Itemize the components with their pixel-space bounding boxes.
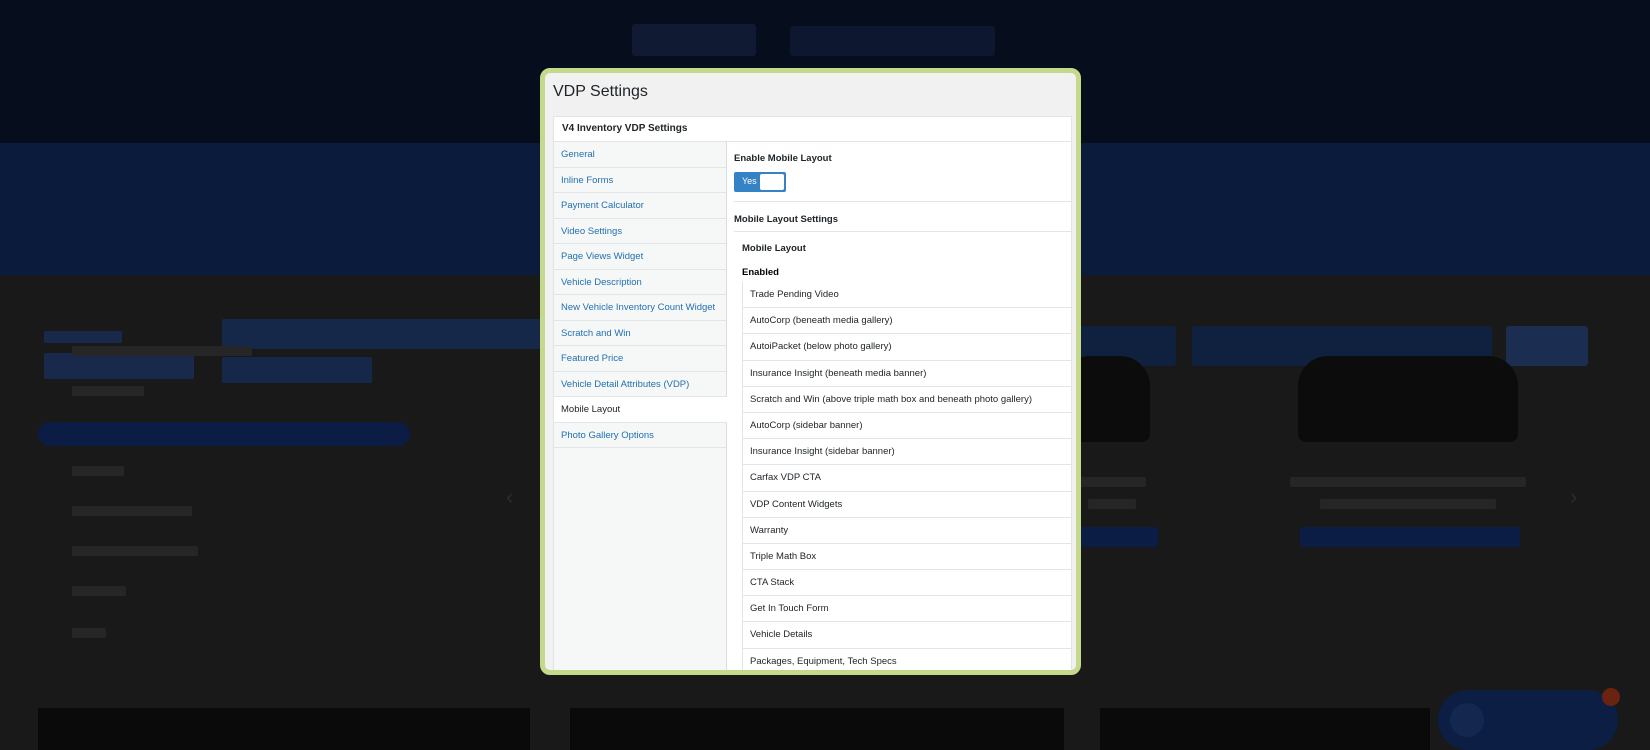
chevron-left-icon: ‹	[506, 484, 514, 509]
sidebar-item-scratch-and-win[interactable]: Scratch and Win	[554, 321, 726, 346]
settings-sidebar: General Inline Forms Payment Calculator …	[554, 142, 727, 670]
toggle-knob	[760, 174, 784, 190]
mobile-layout-label: Mobile Layout	[742, 243, 806, 254]
sidebar-item-mobile-layout[interactable]: Mobile Layout	[554, 397, 727, 423]
mobile-layout-settings-heading: Mobile Layout Settings	[734, 214, 838, 225]
settings-panel: V4 Inventory VDP Settings General Inline…	[553, 116, 1072, 670]
mobile-layout-content: Enable Mobile Layout Yes Mobile Layout S…	[727, 142, 1071, 670]
sidebar-item-general[interactable]: General	[554, 142, 726, 168]
divider	[734, 231, 1071, 232]
sidebar-item-featured-price[interactable]: Featured Price	[554, 346, 726, 372]
list-item[interactable]: AutoCorp (beneath media gallery)	[743, 308, 1071, 335]
sidebar-item-photo-gallery-options[interactable]: Photo Gallery Options	[554, 423, 726, 448]
notification-badge	[1602, 688, 1620, 706]
chat-icon	[1450, 703, 1484, 737]
enabled-items-list: Trade Pending Video AutoCorp (beneath me…	[742, 282, 1071, 670]
list-item[interactable]: Packages, Equipment, Tech Specs	[743, 648, 1071, 670]
list-item[interactable]: Carfax VDP CTA	[743, 465, 1071, 492]
sidebar-item-video-settings[interactable]: Video Settings	[554, 219, 726, 244]
sidebar-item-vehicle-detail-attributes[interactable]: Vehicle Detail Attributes (VDP)	[554, 372, 726, 397]
background-logo	[632, 24, 756, 56]
enabled-section-label: Enabled	[742, 267, 779, 278]
modal-title: VDP Settings	[553, 83, 648, 100]
list-item[interactable]: VDP Content Widgets	[743, 491, 1071, 518]
enable-mobile-layout-toggle[interactable]: Yes	[734, 172, 786, 192]
sidebar-item-vehicle-description[interactable]: Vehicle Description	[554, 270, 726, 295]
list-item[interactable]: Get In Touch Form	[743, 596, 1071, 623]
list-item[interactable]: Scratch and Win (above triple math box a…	[743, 386, 1071, 413]
vdp-settings-modal: VDP Settings V4 Inventory VDP Settings G…	[540, 68, 1081, 675]
list-item[interactable]: Insurance Insight (beneath media banner)	[743, 360, 1071, 387]
list-item[interactable]: Insurance Insight (sidebar banner)	[743, 439, 1071, 466]
enable-mobile-layout-label: Enable Mobile Layout	[734, 153, 832, 164]
list-item[interactable]: CTA Stack	[743, 570, 1071, 597]
toggle-state-text: Yes	[742, 176, 757, 186]
background-logo-text	[790, 26, 995, 56]
sidebar-item-page-views-widget[interactable]: Page Views Widget	[554, 244, 726, 270]
divider	[734, 201, 1071, 202]
panel-title: V4 Inventory VDP Settings	[554, 117, 1071, 142]
list-item[interactable]: AutoCorp (sidebar banner)	[743, 412, 1071, 440]
chevron-right-icon: ›	[1570, 484, 1578, 509]
background-vehicle-image	[1298, 356, 1518, 442]
list-item[interactable]: AutoiPacket (below photo gallery)	[743, 334, 1071, 361]
list-item[interactable]: Warranty	[743, 517, 1071, 544]
sidebar-item-payment-calculator[interactable]: Payment Calculator	[554, 193, 726, 219]
sidebar-item-new-vehicle-inventory-count-widget[interactable]: New Vehicle Inventory Count Widget	[554, 295, 726, 321]
sidebar-item-inline-forms[interactable]: Inline Forms	[554, 168, 726, 193]
list-item[interactable]: Vehicle Details	[743, 622, 1071, 649]
list-item[interactable]: Trade Pending Video	[743, 282, 1071, 309]
list-item[interactable]: Triple Math Box	[743, 543, 1071, 571]
